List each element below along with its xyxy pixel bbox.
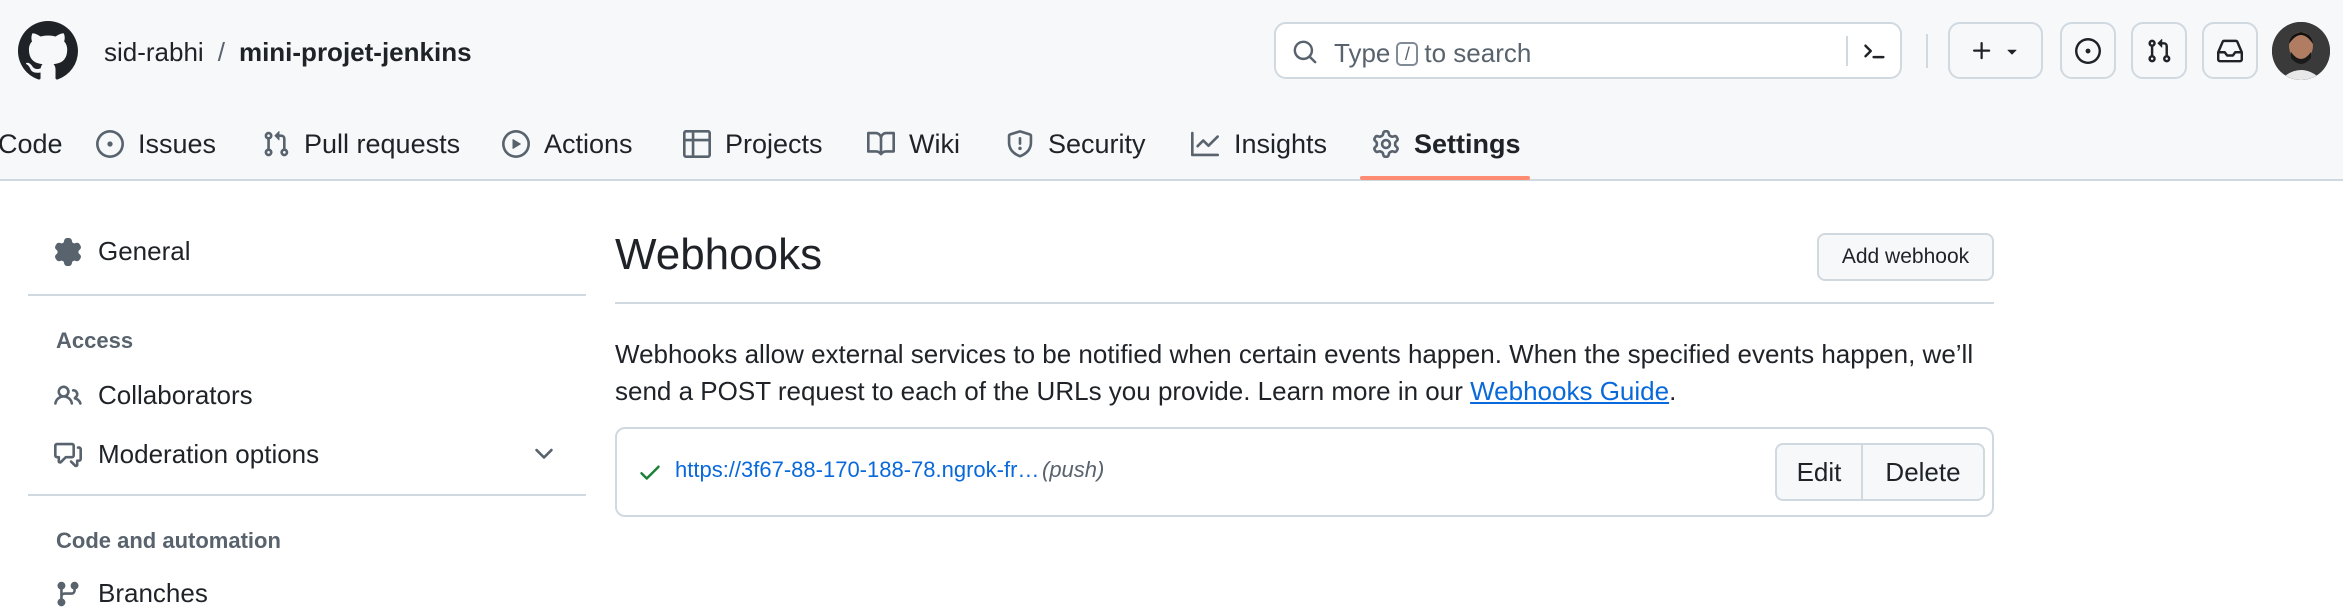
tab-label: Actions bbox=[544, 128, 633, 159]
search-placeholder: Type / to search bbox=[1334, 38, 1531, 69]
graph-icon bbox=[1191, 131, 1219, 157]
webhooks-guide-link[interactable]: Webhooks Guide bbox=[1470, 376, 1669, 406]
gear-icon bbox=[1373, 130, 1399, 158]
tab-actions[interactable]: Actions bbox=[502, 108, 633, 180]
tab-projects[interactable]: Projects bbox=[683, 108, 823, 180]
description-text: Webhooks allow external services to be n… bbox=[615, 339, 1974, 406]
git-pull-request-icon bbox=[264, 131, 289, 157]
selected-tab-indicator bbox=[1360, 176, 1530, 180]
issues-button[interactable] bbox=[2060, 22, 2116, 79]
search-input[interactable]: Type / to search bbox=[1274, 22, 1902, 79]
sidebar-item-collaborators[interactable]: Collaborators bbox=[54, 380, 253, 411]
breadcrumb: sid-rabhi / mini-projet-jenkins bbox=[104, 34, 472, 70]
title-divider bbox=[615, 302, 1994, 304]
tab-settings[interactable]: Settings bbox=[1372, 108, 1521, 180]
git-branch-icon bbox=[57, 581, 79, 606]
sidebar-item-moderation-options[interactable]: Moderation options bbox=[54, 439, 319, 470]
command-palette-icon[interactable] bbox=[1860, 38, 1888, 64]
sidebar-item-label: Branches bbox=[98, 578, 208, 608]
sidebar-item-branches[interactable]: Branches bbox=[54, 578, 208, 609]
header-divider bbox=[1926, 34, 1928, 68]
add-webhook-button[interactable]: Add webhook bbox=[1817, 233, 1994, 281]
tab-label: Code bbox=[0, 128, 63, 159]
sidebar-heading-access: Access bbox=[56, 328, 134, 353]
triangle-down-icon bbox=[2006, 49, 2017, 55]
webhooks-description: Webhooks allow external services to be n… bbox=[615, 336, 2005, 410]
shield-icon bbox=[1007, 130, 1033, 158]
tab-security[interactable]: Security bbox=[1006, 108, 1146, 180]
sidebar-item-general[interactable]: General bbox=[54, 236, 191, 267]
app-header: sid-rabhi / mini-projet-jenkins Type / t… bbox=[0, 0, 2343, 181]
plus-icon bbox=[1972, 41, 1990, 59]
tab-insights[interactable]: Insights bbox=[1190, 108, 1327, 180]
sidebar-item-label: Collaborators bbox=[98, 380, 253, 410]
inbox-icon bbox=[2217, 39, 2243, 62]
webhook-actions: Edit Delete bbox=[1775, 443, 1985, 501]
sidebar-item-label: Moderation options bbox=[98, 439, 320, 469]
github-logo-icon[interactable] bbox=[18, 21, 78, 81]
search-shortcut-key: / bbox=[1396, 41, 1419, 66]
repo-name-link[interactable]: mini-projet-jenkins bbox=[239, 37, 472, 68]
webhook-list: https://3f67-88-170-188-78.ngrok-fr… (pu… bbox=[615, 427, 1994, 517]
edit-webhook-button[interactable]: Edit bbox=[1775, 443, 1863, 501]
tab-pull-requests[interactable]: Pull requests bbox=[262, 108, 460, 180]
tab-label: Security bbox=[1048, 128, 1146, 159]
search-divider bbox=[1846, 36, 1848, 66]
webhook-url-link[interactable]: https://3f67-88-170-188-78.ngrok-fr… bbox=[675, 457, 1039, 483]
breadcrumb-separator: / bbox=[217, 36, 225, 67]
tab-wiki[interactable]: Wiki bbox=[867, 108, 960, 180]
people-icon bbox=[54, 384, 82, 405]
sidebar-divider bbox=[28, 294, 586, 296]
gear-icon bbox=[55, 237, 81, 266]
tab-issues[interactable]: Issues bbox=[96, 108, 216, 180]
comment-discussion-icon bbox=[54, 442, 82, 467]
tab-label: Wiki bbox=[909, 128, 960, 159]
tab-code[interactable]: Code bbox=[0, 108, 63, 180]
delete-webhook-button[interactable]: Delete bbox=[1863, 443, 1985, 501]
search-suffix: to search bbox=[1424, 38, 1532, 68]
issue-icon bbox=[2075, 37, 2101, 64]
search-prefix: Type bbox=[1334, 38, 1391, 68]
create-new-button[interactable] bbox=[1948, 22, 2043, 79]
pull-requests-button[interactable] bbox=[2131, 22, 2187, 79]
page-title: Webhooks bbox=[615, 230, 823, 279]
description-end: . bbox=[1669, 376, 1677, 406]
webhook-event: (push) bbox=[1042, 457, 1105, 482]
repo-nav-tabs: Code Issues Pull requests Actions Projec… bbox=[0, 108, 2343, 180]
book-icon bbox=[867, 131, 895, 156]
chevron-down-icon[interactable] bbox=[530, 440, 558, 468]
search-icon bbox=[1293, 40, 1317, 64]
tab-label: Issues bbox=[138, 128, 217, 159]
repo-owner-link[interactable]: sid-rabhi bbox=[104, 37, 204, 68]
user-avatar[interactable] bbox=[2272, 22, 2330, 80]
table-icon bbox=[683, 130, 711, 158]
avatar-image bbox=[2272, 22, 2330, 80]
tab-label: Insights bbox=[1234, 128, 1328, 159]
play-icon bbox=[502, 130, 530, 158]
sidebar-divider bbox=[28, 494, 586, 496]
sidebar-item-label: General bbox=[98, 236, 191, 266]
check-icon bbox=[640, 465, 660, 480]
issue-opened-icon bbox=[96, 130, 124, 158]
pull-request-icon bbox=[2148, 38, 2171, 62]
tab-label: Projects bbox=[725, 128, 823, 159]
inbox-button[interactable] bbox=[2202, 22, 2258, 79]
tab-label: Pull requests bbox=[304, 128, 461, 159]
sidebar-heading-code-automation: Code and automation bbox=[56, 528, 281, 553]
tab-label: Settings bbox=[1414, 128, 1521, 159]
